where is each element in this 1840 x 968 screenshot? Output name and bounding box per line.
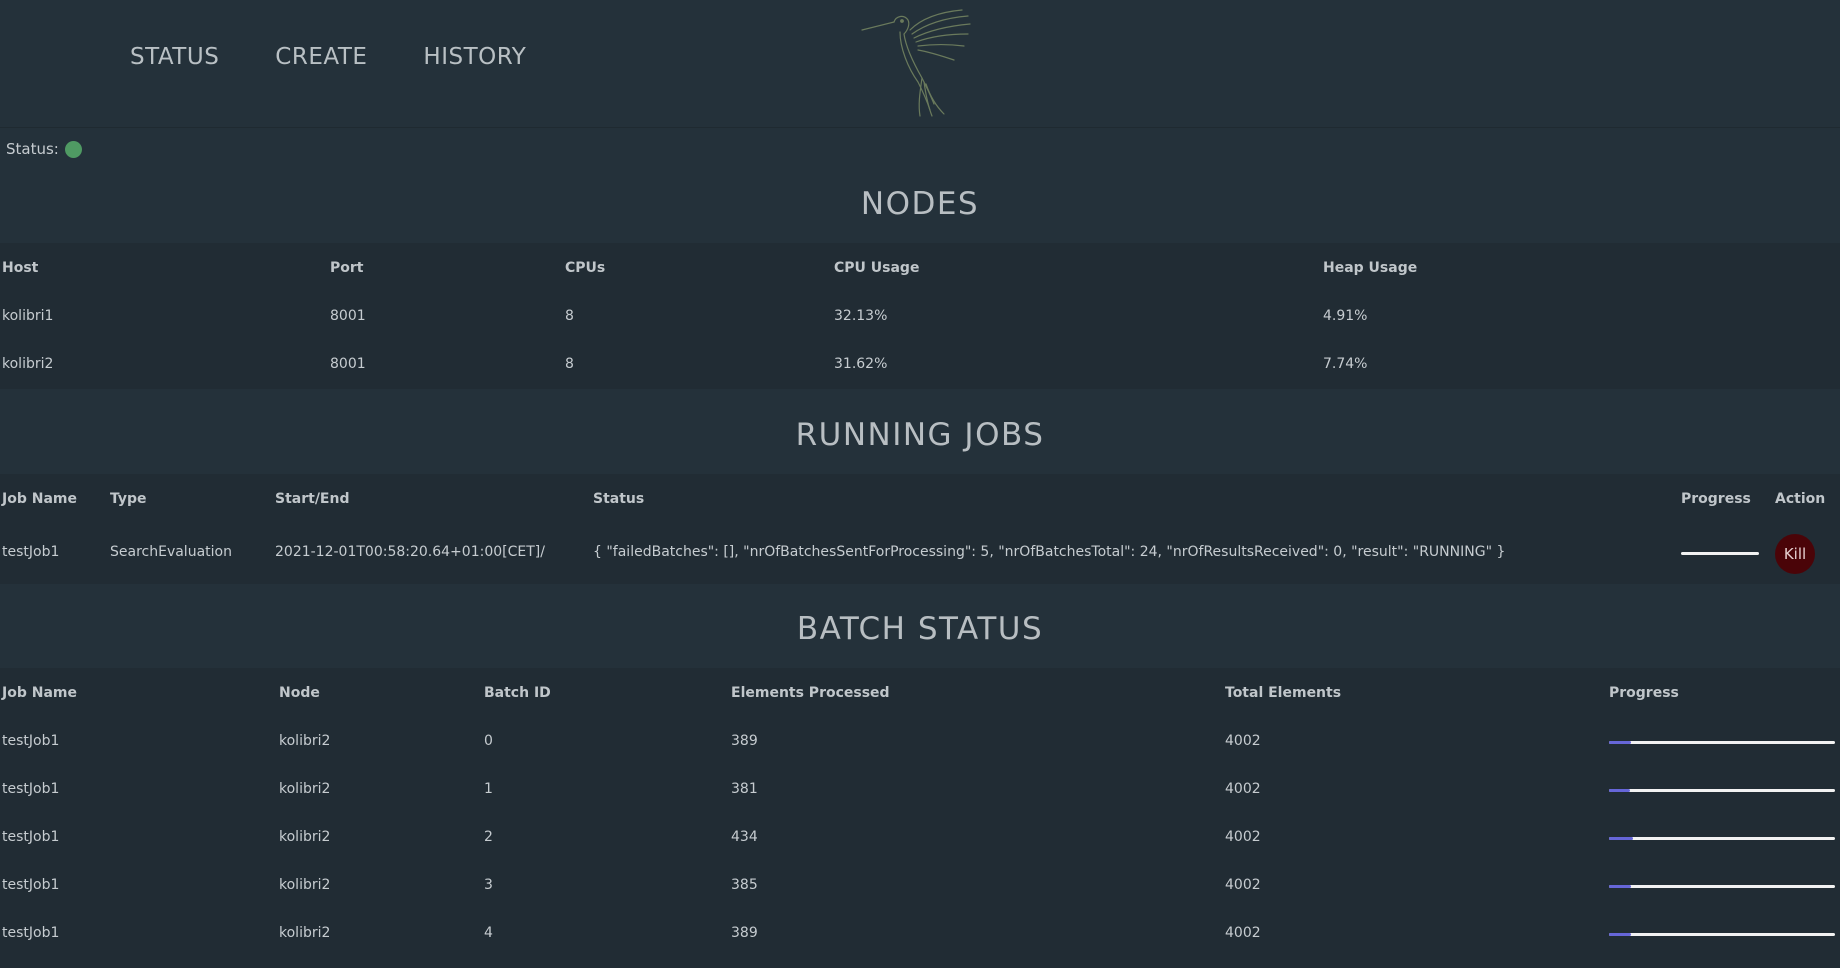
batch-id: 1 — [484, 781, 493, 797]
batch-elements-processed: 389 — [731, 733, 758, 749]
batch-progress-bar — [1609, 837, 1835, 840]
batch-id: 3 — [484, 877, 493, 893]
running-jobs-title: RUNNING JOBS — [795, 417, 1045, 453]
batch-node: kolibri2 — [279, 925, 331, 941]
job-status-json: { "failedBatches": [], "nrOfBatchesSentF… — [593, 544, 1506, 560]
nav-create[interactable]: CREATE — [275, 44, 367, 70]
main-nav: STATUS CREATE HISTORY — [130, 44, 526, 70]
node-host: kolibri2 — [2, 356, 54, 372]
batch-progress-bar — [1609, 885, 1835, 888]
batch-elements-processed: 434 — [731, 829, 758, 845]
batch-header-progress: Progress — [1609, 685, 1679, 701]
node-heap-usage: 7.74% — [1323, 356, 1368, 372]
batch-progress-fill — [1609, 789, 1631, 792]
nodes-header-heap-usage: Heap Usage — [1323, 260, 1418, 276]
hummingbird-logo-icon — [861, 9, 971, 117]
batch-status-title: BATCH STATUS — [796, 611, 1044, 647]
node-cpu-usage: 32.13% — [834, 308, 888, 324]
job-name: testJob1 — [2, 544, 60, 560]
jobs-header-start-end: Start/End — [275, 491, 350, 507]
batch-total-elements: 4002 — [1225, 829, 1261, 845]
batch-job-name: testJob1 — [2, 733, 60, 749]
running-jobs-table: Job Name Type Start/End Status Progress … — [0, 474, 1840, 584]
jobs-header-action: Action — [1775, 491, 1826, 507]
batch-id: 2 — [484, 829, 493, 845]
batch-elements-processed: 389 — [731, 925, 758, 941]
nodes-title: NODES — [860, 186, 980, 222]
node-port: 8001 — [330, 308, 366, 324]
batch-elements-processed: 381 — [731, 781, 758, 797]
batch-status-table: Job Name Node Batch ID Elements Processe… — [0, 668, 1840, 968]
batch-progress-fill — [1609, 885, 1631, 888]
nodes-header-cpus: CPUs — [565, 260, 606, 276]
batch-header-batch-id: Batch ID — [484, 685, 551, 701]
batch-job-name: testJob1 — [2, 829, 60, 845]
node-cpus: 8 — [565, 356, 574, 372]
nodes-table: Host Port CPUs CPU Usage Heap Usage koli… — [0, 243, 1840, 389]
node-port: 8001 — [330, 356, 366, 372]
node-host: kolibri1 — [2, 308, 54, 324]
batch-job-name: testJob1 — [2, 781, 60, 797]
jobs-header-status: Status — [593, 491, 645, 507]
batch-node: kolibri2 — [279, 781, 331, 797]
nav-history[interactable]: HISTORY — [423, 44, 526, 70]
jobs-header-job-name: Job Name — [2, 491, 77, 507]
status-indicator-icon — [64, 140, 82, 158]
batch-header-node: Node — [279, 685, 320, 701]
batch-header-job-name: Job Name — [2, 685, 77, 701]
batch-node: kolibri2 — [279, 733, 331, 749]
server-status: Status: — [6, 140, 82, 158]
nodes-header-cpu-usage: CPU Usage — [834, 260, 920, 276]
jobs-header-progress: Progress — [1681, 491, 1751, 507]
jobs-header-type: Type — [110, 491, 147, 507]
batch-node: kolibri2 — [279, 829, 331, 845]
batch-progress-bar — [1609, 933, 1835, 936]
batch-progress-bar — [1609, 789, 1835, 792]
batch-progress-fill — [1609, 933, 1631, 936]
nodes-header-port: Port — [330, 260, 364, 276]
batch-total-elements: 4002 — [1225, 925, 1261, 941]
batch-job-name: testJob1 — [2, 877, 60, 893]
batch-total-elements: 4002 — [1225, 877, 1261, 893]
batch-total-elements: 4002 — [1225, 781, 1261, 797]
batch-job-name: testJob1 — [2, 925, 60, 941]
top-navigation-bar: STATUS CREATE HISTORY — [0, 0, 1840, 128]
node-heap-usage: 4.91% — [1323, 308, 1368, 324]
nodes-header-host: Host — [2, 260, 39, 276]
batch-elements-processed: 385 — [731, 877, 758, 893]
batch-progress-fill — [1609, 837, 1634, 840]
nav-status[interactable]: STATUS — [130, 44, 219, 70]
node-cpus: 8 — [565, 308, 574, 324]
batch-header-total-elements: Total Elements — [1225, 685, 1342, 701]
batch-id: 4 — [484, 925, 493, 941]
batch-node: kolibri2 — [279, 877, 331, 893]
job-type: SearchEvaluation — [110, 544, 232, 560]
kill-job-button[interactable]: Kill — [1775, 534, 1815, 574]
job-progress-bar — [1681, 552, 1759, 555]
batch-id: 0 — [484, 733, 493, 749]
node-cpu-usage: 31.62% — [834, 356, 888, 372]
server-status-label: Status: — [6, 140, 59, 158]
batch-progress-bar — [1609, 741, 1835, 744]
batch-progress-fill — [1609, 741, 1631, 744]
job-start-end: 2021-12-01T00:58:20.64+01:00[CET]/ — [275, 544, 545, 560]
batch-header-elements-processed: Elements Processed — [731, 685, 890, 701]
batch-total-elements: 4002 — [1225, 733, 1261, 749]
